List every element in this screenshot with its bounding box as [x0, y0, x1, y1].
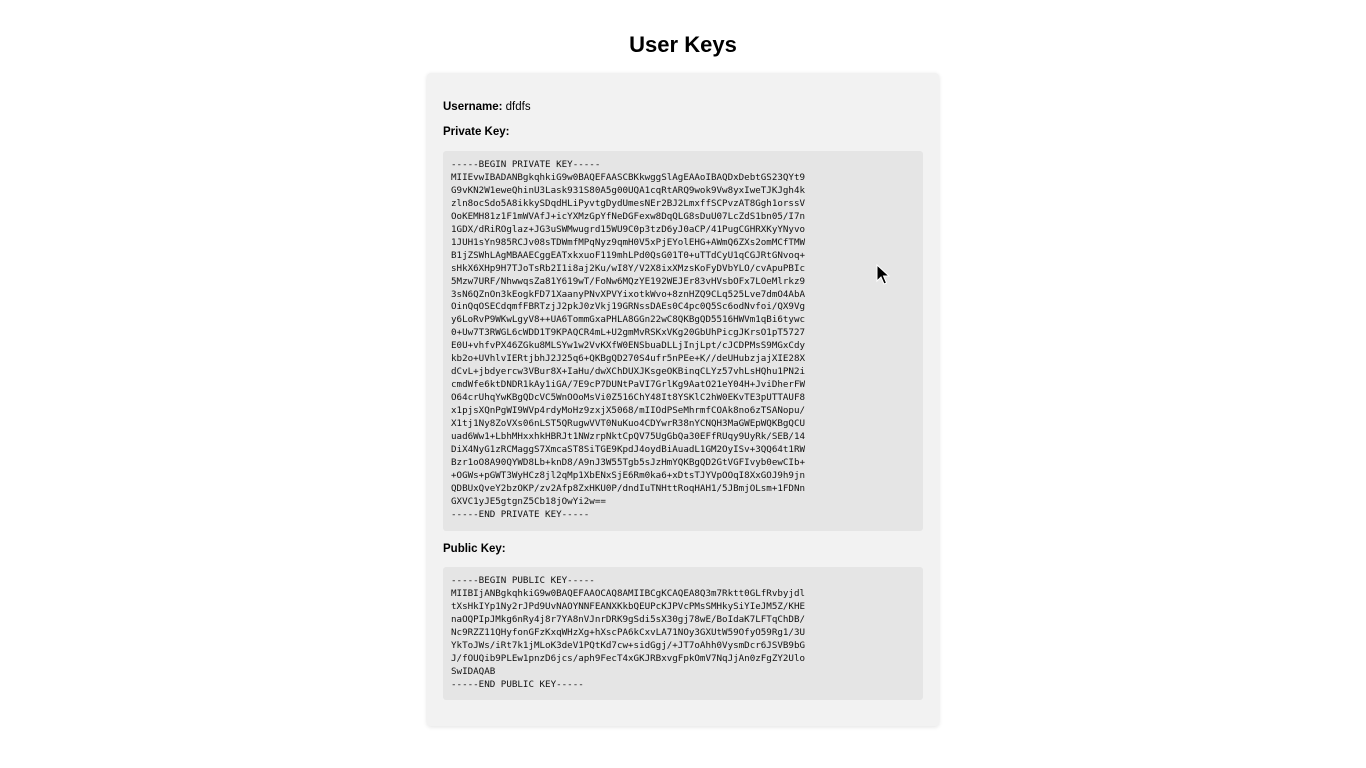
page-title: User Keys — [629, 32, 737, 57]
private-key-label: Private Key: — [443, 126, 510, 138]
username-label: Username: — [443, 101, 503, 113]
public-key-label: Public Key: — [443, 543, 506, 555]
username-row: Username: dfdfs — [443, 100, 531, 114]
username-value: dfdfs — [505, 101, 531, 113]
user-keys-card: Username: dfdfs Private Key: -----BEGIN … — [427, 73, 939, 726]
public-key-box[interactable]: -----BEGIN PUBLIC KEY----- MIIBIjANBgkqh… — [443, 567, 923, 700]
private-key-box[interactable]: -----BEGIN PRIVATE KEY----- MIIEvwIBADAN… — [443, 151, 923, 531]
mouse-pointer-icon — [876, 264, 890, 285]
